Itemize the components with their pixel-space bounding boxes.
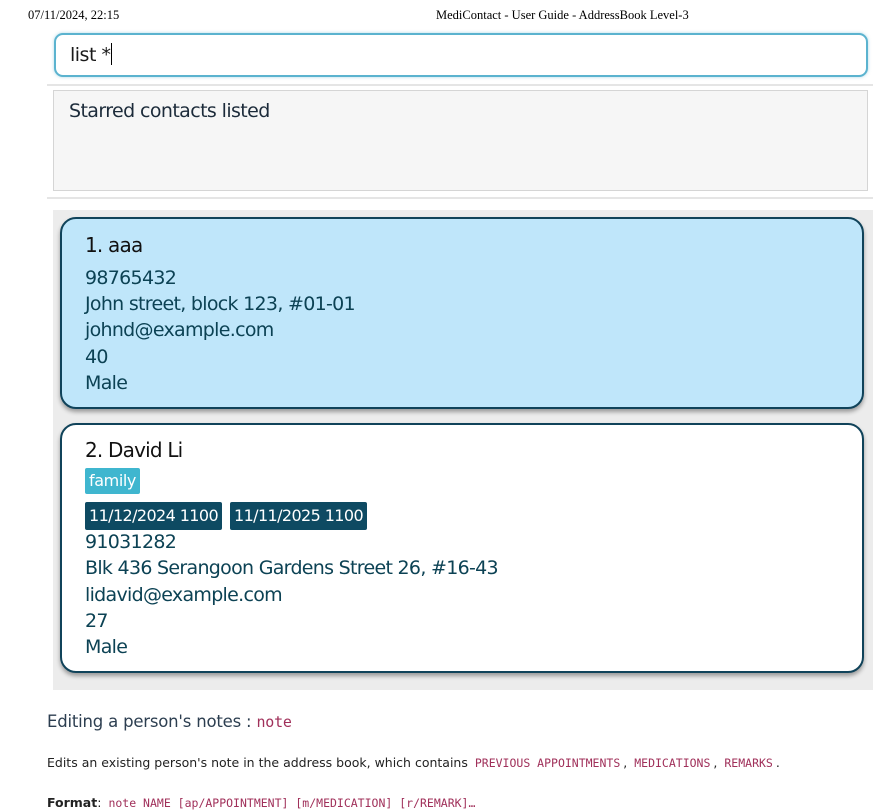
person-phone: 98765432: [85, 267, 177, 289]
description-text: Edits an existing person's note in the a…: [47, 755, 468, 770]
person-name: 2. David Li: [85, 438, 183, 462]
code-medications: MEDICATIONS: [634, 756, 711, 770]
print-header: 07/11/2024, 22:15 MediContact - User Gui…: [0, 6, 896, 24]
appointment-badge: 11/11/2025 1100: [230, 502, 368, 530]
section-heading-command: note: [256, 713, 292, 731]
code-previous-appointments: PREVIOUS APPOINTMENTS: [474, 756, 621, 770]
person-card[interactable]: 2. David Li family 11/12/2024 1100 11/11…: [60, 423, 864, 673]
person-list-panel[interactable]: 1. aaa 98765432 John street, block 123, …: [53, 210, 873, 690]
person-sex: Male: [85, 636, 128, 658]
person-card-starred[interactable]: 1. aaa 98765432 John street, block 123, …: [60, 217, 864, 409]
person-address: John street, block 123, #01-01: [85, 293, 356, 315]
person-phone: 91031282: [85, 531, 177, 553]
command-box[interactable]: list *: [54, 33, 868, 77]
divider: [47, 84, 873, 86]
person-age: 27: [85, 610, 108, 632]
result-message: Starred contacts listed: [69, 100, 270, 122]
result-display[interactable]: Starred contacts listed: [53, 90, 868, 191]
person-age: 40: [85, 346, 108, 368]
text-caret: [111, 43, 113, 65]
print-datetime: 07/11/2024, 22:15: [28, 8, 120, 22]
command-input-value: list *: [70, 44, 111, 66]
tag-badge: family: [85, 468, 140, 494]
separator: ,: [713, 755, 718, 770]
code-remarks: REMARKS: [724, 756, 773, 770]
section-heading-text: Editing a person's notes :: [47, 712, 252, 731]
section-heading: Editing a person's notes : note: [47, 712, 292, 731]
person-address: Blk 436 Serangoon Gardens Street 26, #16…: [85, 557, 499, 579]
person-email: lidavid@example.com: [85, 584, 283, 606]
appointment-badge: 11/12/2024 1100: [85, 502, 223, 530]
person-name: 1. aaa: [85, 233, 143, 257]
description-paragraph: Edits an existing person's note in the a…: [47, 755, 780, 770]
person-sex: Male: [85, 372, 128, 394]
person-email: johnd@example.com: [85, 319, 274, 341]
period: .: [775, 755, 780, 770]
divider: [47, 197, 873, 199]
command-input[interactable]: list *: [70, 43, 113, 66]
print-page-title: MediContact - User Guide - AddressBook L…: [436, 8, 689, 22]
separator: ,: [623, 755, 628, 770]
